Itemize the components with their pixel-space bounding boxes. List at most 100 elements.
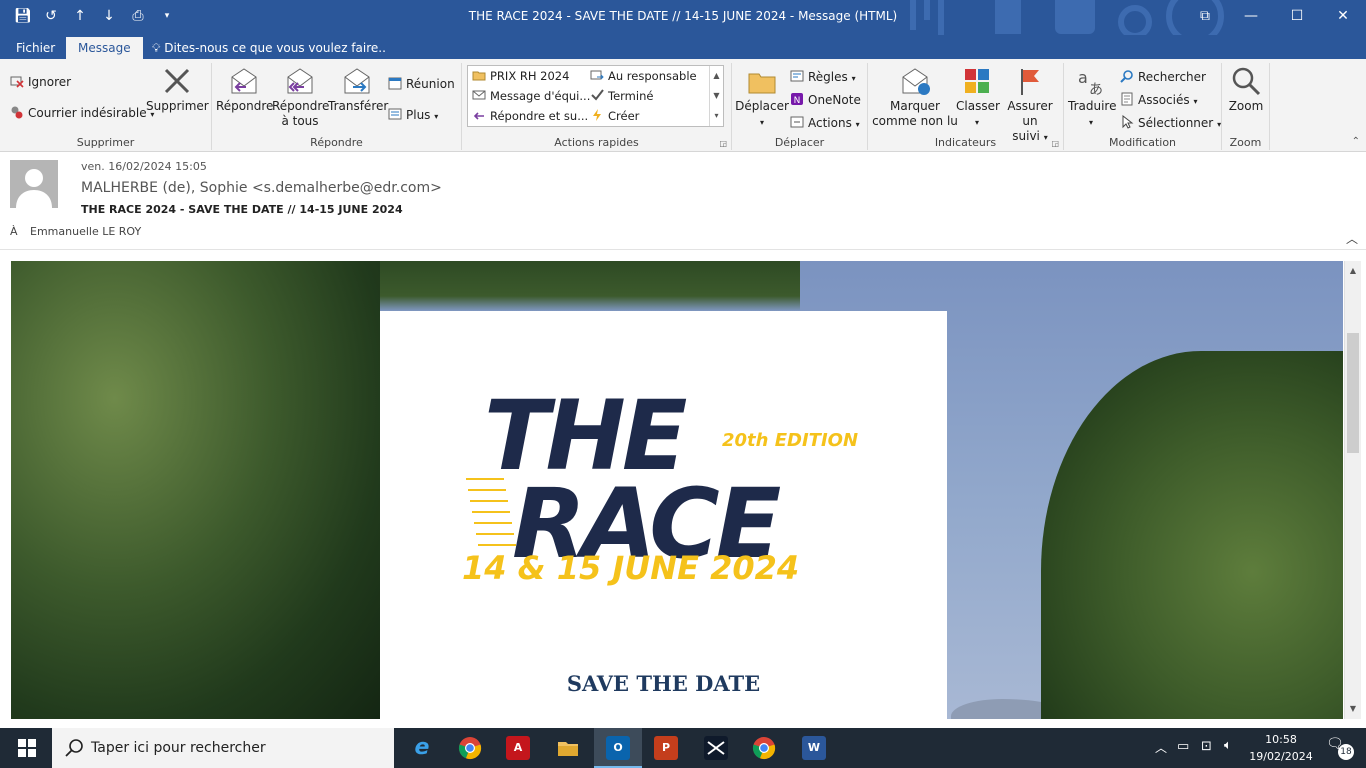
- categorize-button[interactable]: Classer ▾: [956, 65, 1000, 130]
- taskbar-app-word[interactable]: W: [790, 728, 838, 768]
- tree-image-right: [1041, 351, 1343, 719]
- internet-explorer-icon: e: [414, 735, 430, 760]
- down-arrow-icon[interactable]: ↓: [101, 8, 117, 24]
- start-button[interactable]: [0, 728, 52, 768]
- recipient[interactable]: Emmanuelle LE ROY: [30, 225, 141, 238]
- zoom-button[interactable]: Zoom: [1224, 65, 1268, 114]
- reply-icon: [231, 68, 257, 94]
- action-center-button[interactable]: 🗨︎ 18: [1326, 736, 1354, 760]
- reply-all-icon: [287, 68, 313, 94]
- taskbar-app-dynamics[interactable]: [692, 728, 740, 768]
- taskbar-app-powerpoint[interactable]: P: [642, 728, 690, 768]
- save-icon[interactable]: 💾︎: [14, 8, 32, 24]
- tell-me-box[interactable]: 💡︎ Dites-nous ce que vous voulez faire..: [152, 38, 386, 58]
- mail-icon: [472, 90, 486, 100]
- forward-icon: [344, 68, 370, 94]
- group-launcher-icon[interactable]: ◲: [719, 139, 727, 148]
- magnifier-icon: [1232, 67, 1261, 96]
- move-button[interactable]: Déplacer ▾: [734, 65, 790, 130]
- undo-icon[interactable]: ↺: [43, 8, 59, 24]
- save-the-date-heading: SAVE THE DATE: [566, 671, 761, 696]
- tray-overflow-icon[interactable]: ︿: [1155, 739, 1167, 756]
- svg-text:a: a: [1078, 68, 1088, 87]
- quick-step-reply-delete[interactable]: Répondre et su...: [472, 107, 588, 125]
- network-icon[interactable]: ⊡: [1201, 739, 1212, 754]
- scroll-up-arrow[interactable]: ▲: [1345, 263, 1361, 279]
- taskbar-app-outlook[interactable]: O: [594, 728, 642, 768]
- logo-edition: 20th EDITION: [722, 430, 858, 451]
- junk-button[interactable]: Courrier indésirable ▾: [10, 104, 154, 124]
- ribbon-tab-bar: Fichier Message 💡︎ Dites-nous ce que vou…: [0, 35, 1366, 59]
- group-launcher-icon[interactable]: ◲: [1051, 139, 1059, 148]
- group-label-edit: Modification: [1108, 136, 1177, 149]
- quick-steps-scroll[interactable]: ▲ ▼ ▾: [709, 66, 723, 126]
- delete-x-icon: [164, 68, 190, 94]
- find-button[interactable]: Rechercher: [1120, 68, 1206, 86]
- more-icon: [388, 108, 402, 120]
- group-delete: Ignorer Courrier indésirable ▾ Supprimer…: [0, 63, 212, 150]
- message-header: ven. 16/02/2024 15:05 MALHERBE (de), Sop…: [0, 152, 1366, 250]
- outlook-icon: O: [606, 736, 630, 760]
- notification-count: 18: [1338, 744, 1354, 760]
- translate-button[interactable]: aあ Traduire ▾: [1068, 65, 1116, 130]
- minimize-button[interactable]: —: [1228, 0, 1274, 32]
- scroll-down-icon[interactable]: ▼: [710, 86, 723, 106]
- cursor-icon: [1122, 115, 1134, 129]
- select-button[interactable]: Sélectionner ▾: [1120, 114, 1221, 134]
- person-icon: [16, 169, 52, 208]
- maximize-button[interactable]: ☐: [1274, 0, 1320, 32]
- taskbar-app-file-explorer[interactable]: [544, 728, 592, 768]
- taskbar-search-box[interactable]: Taper ici pour rechercher: [52, 728, 394, 768]
- reply-button[interactable]: Répondre: [216, 65, 273, 114]
- scroll-up-icon[interactable]: ▲: [710, 66, 723, 86]
- actions-icon: [790, 116, 804, 128]
- delete-button[interactable]: Supprimer: [146, 65, 209, 114]
- taskbar: Taper ici pour rechercher e A O P W ︿ ▭ …: [0, 728, 1366, 768]
- follow-up-button[interactable]: Assurer un suivi ▾: [998, 65, 1062, 145]
- quick-step-prix-rh[interactable]: PRIX RH 2024: [472, 67, 569, 85]
- taskbar-app-acrobat[interactable]: A: [494, 728, 542, 768]
- mark-unread-button[interactable]: Marquer comme non lu: [872, 65, 958, 129]
- move-folder-icon: [748, 73, 776, 94]
- tab-message[interactable]: Message: [66, 37, 143, 59]
- quick-step-to-manager[interactable]: Au responsable: [590, 67, 697, 85]
- rules-button[interactable]: Règles ▾: [790, 68, 856, 88]
- forward-button[interactable]: Transférer: [328, 65, 388, 114]
- system-clock[interactable]: 10:58 19/02/2024: [1236, 731, 1326, 765]
- translate-icon: aあ: [1078, 68, 1103, 97]
- actions-button[interactable]: Actions ▾: [790, 114, 860, 134]
- scroll-thumb[interactable]: [1347, 333, 1359, 453]
- more-button[interactable]: Plus ▾: [388, 106, 438, 126]
- taskbar-app-internet-explorer[interactable]: e: [398, 728, 446, 768]
- word-icon: W: [802, 736, 826, 760]
- expand-gallery-icon[interactable]: ▾: [710, 106, 723, 126]
- meeting-button[interactable]: Réunion: [388, 75, 455, 93]
- print-preview-icon[interactable]: ⎙: [130, 8, 146, 24]
- collapse-header-icon[interactable]: ︿: [1346, 230, 1358, 247]
- quick-step-team-email[interactable]: Message d'équi...: [472, 87, 590, 105]
- volume-icon[interactable]: 🔈︎: [1224, 738, 1232, 753]
- group-label-zoom: Zoom: [1229, 136, 1262, 149]
- customize-qat-icon[interactable]: ▾: [159, 11, 175, 21]
- chrome-icon: [752, 737, 776, 760]
- quick-step-create[interactable]: Créer: [590, 107, 639, 125]
- quick-step-done[interactable]: Terminé: [590, 87, 653, 105]
- onenote-button[interactable]: N OneNote: [790, 91, 861, 109]
- collapse-ribbon-icon[interactable]: ⌃: [1352, 136, 1360, 147]
- taskbar-app-chrome[interactable]: [446, 728, 494, 768]
- message-scrollbar[interactable]: ▲ ▼: [1344, 261, 1361, 719]
- up-arrow-icon[interactable]: ↑: [72, 8, 88, 24]
- scroll-down-arrow[interactable]: ▼: [1345, 701, 1361, 717]
- search-icon: [1120, 70, 1133, 83]
- sender[interactable]: MALHERBE (de), Sophie <s.demalherbe@edr.…: [81, 180, 442, 196]
- onenote-icon: N: [791, 93, 803, 106]
- ignore-button[interactable]: Ignorer: [10, 73, 71, 91]
- close-button[interactable]: ✕: [1320, 0, 1366, 32]
- ribbon-display-button[interactable]: ⧉: [1182, 0, 1228, 32]
- related-button[interactable]: Associés ▾: [1120, 91, 1197, 111]
- reply-all-button[interactable]: Répondre à tous: [272, 65, 329, 129]
- tab-file[interactable]: Fichier: [4, 37, 67, 59]
- taskbar-app-chrome-2[interactable]: [740, 728, 788, 768]
- to-label: À: [10, 225, 18, 238]
- battery-icon[interactable]: ▭: [1177, 739, 1189, 754]
